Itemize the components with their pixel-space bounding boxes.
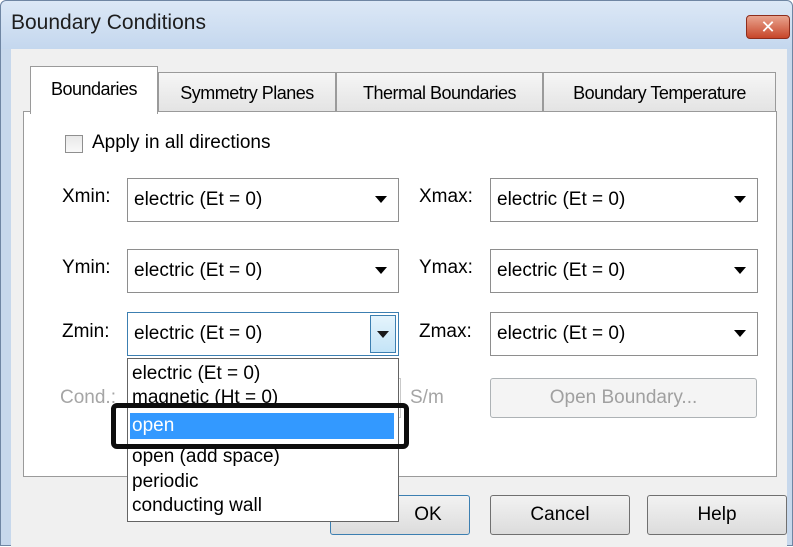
tab-symmetry-planes[interactable]: Symmetry Planes (158, 72, 336, 112)
ymin-label: Ymin: (62, 257, 111, 278)
close-icon: ✕ (760, 17, 776, 37)
zmin-label: Zmin: (62, 321, 110, 342)
ymax-value: electric (Et = 0) (497, 260, 626, 281)
dropdown-option-electric[interactable]: electric (Et = 0) (132, 361, 260, 387)
dropdown-option-periodic[interactable]: periodic (132, 469, 199, 495)
dialog-title: Boundary Conditions (11, 11, 206, 34)
zmin-value: electric (Et = 0) (134, 323, 263, 344)
title-bar[interactable]: Boundary Conditions ✕ (1, 1, 792, 49)
ymin-value: electric (Et = 0) (134, 260, 263, 281)
chevron-down-icon (734, 196, 746, 203)
tab-thermal-boundaries[interactable]: Thermal Boundaries (336, 72, 543, 112)
chevron-down-icon (375, 267, 387, 274)
tab-label: Symmetry Planes (180, 83, 314, 103)
cancel-button[interactable]: Cancel (490, 495, 630, 535)
zmax-select[interactable]: electric (Et = 0) (490, 312, 758, 356)
apply-all-directions-checkbox[interactable] (65, 135, 83, 153)
zmin-select[interactable]: electric (Et = 0) (127, 312, 399, 356)
xmax-label: Xmax: (419, 186, 473, 207)
cancel-button-label: Cancel (530, 504, 590, 525)
chevron-down-icon (375, 196, 387, 203)
cond-unit-label: S/m (410, 387, 444, 408)
tab-boundary-temperature[interactable]: Boundary Temperature (543, 72, 776, 112)
xmax-value: electric (Et = 0) (497, 189, 626, 210)
xmin-label: Xmin: (62, 186, 111, 207)
tab-boundaries[interactable]: Boundaries (30, 66, 158, 114)
chevron-down-icon (734, 267, 746, 274)
chevron-down-icon (377, 331, 389, 338)
xmin-select[interactable]: electric (Et = 0) (127, 178, 399, 222)
help-button[interactable]: Help (647, 495, 787, 535)
chevron-down-icon (734, 330, 746, 337)
tab-label: Boundaries (50, 79, 138, 99)
open-boundary-button[interactable]: Open Boundary... (490, 378, 757, 418)
ymax-select[interactable]: electric (Et = 0) (490, 249, 758, 293)
close-button[interactable]: ✕ (746, 15, 790, 39)
xmax-select[interactable]: electric (Et = 0) (490, 178, 758, 222)
ymax-label: Ymax: (419, 257, 473, 278)
zmax-label: Zmax: (419, 321, 472, 342)
ymin-select[interactable]: electric (Et = 0) (127, 249, 399, 293)
tab-label: Thermal Boundaries (362, 83, 517, 103)
zmin-dropdown-button[interactable] (370, 315, 396, 353)
zmax-value: electric (Et = 0) (497, 323, 626, 344)
cond-label: Cond.: (60, 387, 116, 408)
tab-label: Boundary Temperature (573, 83, 746, 103)
help-button-label: Help (697, 504, 737, 525)
apply-all-directions-label: Apply in all directions (92, 132, 271, 153)
xmin-value: electric (Et = 0) (134, 189, 263, 210)
highlight-box (111, 403, 409, 449)
dropdown-option-conducting-wall[interactable]: conducting wall (132, 493, 262, 519)
open-boundary-button-label: Open Boundary... (549, 387, 698, 408)
